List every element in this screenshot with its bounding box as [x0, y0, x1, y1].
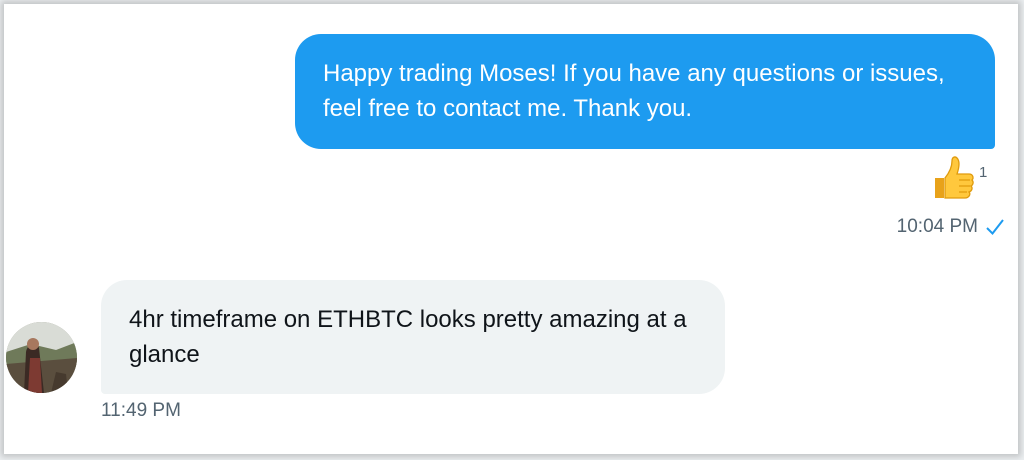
incoming-timestamp: 11:49 PM [101, 400, 181, 421]
reaction-count: 1 [979, 163, 988, 181]
incoming-message-text: 4hr timeframe on ETHBTC looks pretty ama… [129, 306, 687, 368]
thumbs-up-icon [935, 156, 974, 199]
outgoing-message-bubble[interactable]: Happy trading Moses! If you have any que… [295, 34, 995, 149]
outgoing-timestamp: 10:04 PM [896, 216, 978, 237]
incoming-message-bubble[interactable]: 4hr timeframe on ETHBTC looks pretty ama… [101, 280, 725, 394]
outgoing-message-text: Happy trading Moses! If you have any que… [323, 60, 945, 122]
read-check-icon [986, 219, 1004, 236]
message-reaction[interactable]: 1 [929, 154, 987, 202]
dm-conversation: Happy trading Moses! If you have any que… [4, 4, 1018, 454]
outgoing-message-meta: 10:04 PM [897, 216, 1006, 238]
avatar-image [6, 322, 77, 393]
avatar[interactable] [6, 322, 77, 393]
